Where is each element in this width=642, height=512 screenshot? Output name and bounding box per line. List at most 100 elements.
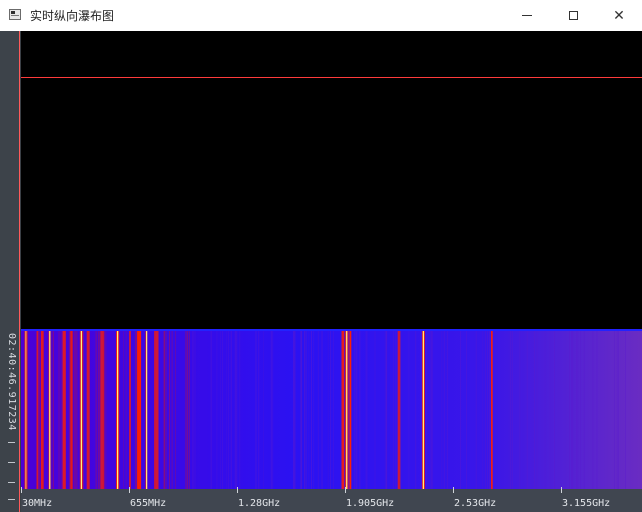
noise-line <box>263 331 264 489</box>
noise-line <box>526 331 528 489</box>
noise-line <box>311 331 312 489</box>
noise-line <box>171 331 173 489</box>
signal-peak <box>346 331 348 489</box>
noise-line <box>569 331 570 489</box>
noise-line <box>98 331 100 489</box>
noise-line <box>618 331 619 489</box>
noise-line <box>356 331 358 489</box>
noise-line <box>485 331 486 489</box>
noise-line <box>187 331 189 489</box>
close-button[interactable]: ✕ <box>596 0 642 31</box>
noise-line <box>487 331 488 489</box>
noise-line <box>73 331 75 489</box>
noise-line <box>270 331 272 489</box>
noise-line <box>596 331 598 489</box>
noise-line <box>42 331 44 489</box>
signal-peak <box>146 331 148 489</box>
noise-line <box>71 331 73 489</box>
noise-line <box>549 331 551 489</box>
noise-line <box>359 331 361 489</box>
maximize-button[interactable] <box>550 0 596 31</box>
noise-line <box>365 331 367 489</box>
minimize-button[interactable] <box>504 0 550 31</box>
noise-line <box>534 331 535 489</box>
noise-line <box>308 331 310 489</box>
noise-line <box>230 331 232 489</box>
noise-line <box>511 331 513 489</box>
timestamp-label: 02:40:46.917234 <box>6 333 17 431</box>
axis-tick <box>21 487 22 493</box>
noise-line <box>210 331 212 489</box>
noise-line <box>271 331 273 489</box>
noise-line <box>348 331 350 489</box>
noise-line <box>194 331 196 489</box>
noise-line <box>58 331 60 489</box>
frequency-label: 655MHz <box>130 498 167 509</box>
noise-line <box>614 331 615 489</box>
noise-line <box>25 331 27 489</box>
time-tick <box>8 482 15 483</box>
noise-line <box>544 331 546 489</box>
minimize-icon <box>522 15 532 16</box>
axis-tick <box>345 487 346 493</box>
noise-line <box>443 331 445 489</box>
noise-line <box>97 331 99 489</box>
noise-line <box>322 331 323 489</box>
noise-line <box>583 331 585 489</box>
noise-line <box>475 331 477 489</box>
signal-stripe <box>86 331 90 489</box>
noise-line <box>393 331 394 489</box>
noise-line <box>492 331 494 489</box>
axis-tick <box>129 487 130 493</box>
noise-line <box>100 331 101 489</box>
noise-line <box>295 331 296 489</box>
noise-line <box>536 331 538 489</box>
noise-line <box>332 331 334 489</box>
noise-line <box>430 331 431 489</box>
noise-line <box>125 331 127 489</box>
close-icon: ✕ <box>613 7 625 24</box>
noise-line <box>625 331 626 489</box>
frequency-label: 1.905GHz <box>346 498 395 509</box>
noise-line <box>616 331 618 489</box>
noise-line <box>185 331 186 489</box>
title-bar: 实时纵向瀑布图 ✕ <box>0 0 642 31</box>
noise-line <box>320 331 322 489</box>
noise-line <box>165 331 167 489</box>
signal-peak <box>422 331 424 489</box>
noise-line <box>26 331 27 489</box>
waterfall-plot[interactable] <box>21 31 642 489</box>
noise-line <box>75 331 76 489</box>
noise-line <box>104 331 105 489</box>
noise-line <box>374 331 376 489</box>
noise-line <box>519 331 521 489</box>
noise-line <box>384 331 386 489</box>
waterfall-empty-region <box>21 31 642 331</box>
noise-line <box>95 331 97 489</box>
noise-line <box>102 331 104 489</box>
noise-line <box>236 331 238 489</box>
noise-line <box>192 331 194 489</box>
frequency-label: 1.28GHz <box>238 498 281 509</box>
noise-line <box>258 331 260 489</box>
noise-line <box>72 331 74 489</box>
frequency-label: 30MHz <box>22 498 53 509</box>
time-tick <box>8 499 15 500</box>
noise-line <box>76 331 78 489</box>
noise-line <box>220 331 222 489</box>
signal-stripe <box>62 331 66 489</box>
noise-line <box>426 331 427 489</box>
noise-line <box>432 331 433 489</box>
axis-tick <box>453 487 454 493</box>
signal-stripe <box>129 331 131 489</box>
noise-line <box>123 331 124 489</box>
noise-line <box>415 331 417 489</box>
noise-line <box>300 331 302 489</box>
noise-line <box>169 331 170 489</box>
noise-line <box>431 331 432 489</box>
noise-line <box>460 331 461 489</box>
noise-line <box>366 331 368 489</box>
noise-line <box>399 331 401 489</box>
noise-line <box>317 331 319 489</box>
noise-line <box>580 331 581 489</box>
